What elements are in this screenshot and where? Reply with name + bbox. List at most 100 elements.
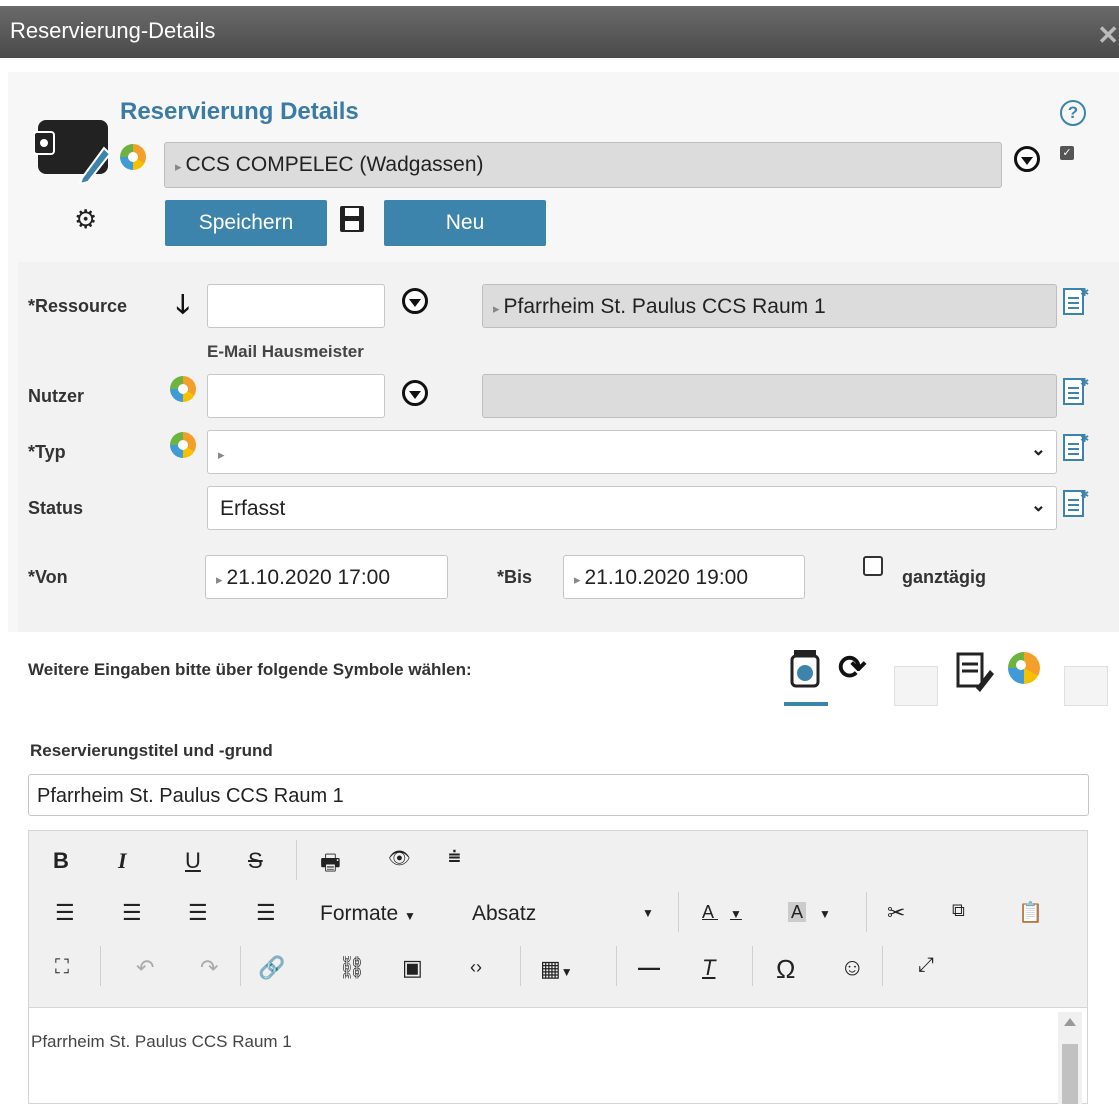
page-break-icon[interactable]: ⩧: [448, 844, 461, 870]
table-icon[interactable]: ▦▼: [540, 956, 573, 982]
print-icon[interactable]: 🖶: [320, 846, 341, 884]
ressource-input[interactable]: [207, 284, 385, 328]
preview-icon[interactable]: 👁: [388, 848, 411, 869]
organization-field[interactable]: ▸ CCS COMPELEC (Wadgassen): [164, 142, 1002, 188]
separator: [866, 892, 867, 932]
separator: [520, 946, 521, 986]
align-right-icon[interactable]: ☰: [188, 900, 208, 926]
window-titlebar: Reservierung-Details ✕: [0, 6, 1119, 58]
paragraph-dropdown[interactable]: Absatz ▼: [472, 902, 662, 926]
formats-dropdown[interactable]: Formate ▼: [320, 902, 416, 926]
code-icon[interactable]: ‹›: [470, 957, 482, 978]
download-circle-icon[interactable]: [402, 288, 428, 314]
ganztaegig-label: ganztägig: [902, 567, 986, 587]
editor-scrollbar[interactable]: [1058, 1012, 1082, 1104]
note-add-icon[interactable]: ✱: [1063, 376, 1089, 411]
fullscreen-icon[interactable]: ⤢: [918, 954, 934, 977]
von-input[interactable]: ▸ 21.10.2020 17:00: [205, 555, 448, 599]
reservation-device-icon: [33, 118, 112, 186]
note-add-icon[interactable]: ✱: [1063, 286, 1089, 321]
paste-icon[interactable]: 📋: [1018, 900, 1043, 925]
gear-icon[interactable]: ⚙: [74, 204, 97, 235]
ganztaegig-checkbox[interactable]: [863, 556, 883, 576]
separator: [678, 892, 679, 932]
download-circle-icon[interactable]: [1014, 146, 1040, 172]
emoticon-icon[interactable]: ☺: [840, 954, 865, 982]
align-left-icon[interactable]: ☰: [55, 900, 75, 926]
typ-select[interactable]: ▸ ⌄: [207, 430, 1057, 474]
align-center-icon[interactable]: ☰: [122, 900, 142, 926]
svg-text:✱: ✱: [1080, 286, 1089, 299]
reason-title-input[interactable]: Pfarrheim St. Paulus CCS Raum 1: [28, 774, 1089, 816]
separator: [882, 946, 883, 986]
ressource-label: *Ressource: [28, 296, 128, 316]
underline-icon[interactable]: U: [185, 848, 201, 874]
reason-label: Reservierungstitel und -grund: [30, 741, 273, 760]
empty-tab[interactable]: [1064, 666, 1108, 706]
caret-icon: ▸: [218, 447, 225, 462]
text-color-icon[interactable]: A ▼: [702, 902, 742, 923]
note-add-icon[interactable]: ✱: [1063, 432, 1089, 467]
jar-tab-icon[interactable]: [784, 646, 828, 706]
nutzer-label: Nutzer: [28, 386, 85, 406]
status-label: Status: [28, 498, 84, 518]
note-add-icon[interactable]: ✱: [1063, 488, 1089, 523]
scroll-up-icon[interactable]: [1064, 1018, 1076, 1026]
notepad-tab-icon[interactable]: [950, 648, 994, 703]
background-color-icon[interactable]: A ▼: [788, 902, 831, 923]
status-select[interactable]: Erfasst ⌄: [207, 486, 1057, 530]
new-button[interactable]: Neu: [384, 200, 546, 246]
editor-text: Pfarrheim St. Paulus CCS Raum 1: [31, 1032, 292, 1051]
scroll-thumb[interactable]: [1062, 1044, 1078, 1104]
typ-label: *Typ: [28, 442, 66, 462]
window-title: Reservierung-Details: [10, 18, 216, 43]
editor-content[interactable]: Pfarrheim St. Paulus CCS Raum 1: [28, 1008, 1088, 1104]
image-icon[interactable]: ▣: [402, 955, 423, 981]
org-pie-icon: [120, 144, 146, 170]
separator: [296, 840, 297, 880]
horizontal-line-icon[interactable]: —: [638, 955, 660, 981]
caret-down-icon: ▼: [642, 906, 654, 920]
sync-tab-icon[interactable]: ⟳: [838, 648, 882, 704]
organization-value: CCS COMPELEC (Wadgassen): [185, 153, 484, 176]
help-icon[interactable]: ?: [1060, 100, 1086, 126]
separator: [752, 946, 753, 986]
bis-value: 21.10.2020 19:00: [584, 566, 749, 589]
tab-icons: ⟳: [782, 644, 1112, 708]
pie-tab-icon[interactable]: [1008, 652, 1040, 684]
redo-icon[interactable]: ↷: [200, 955, 218, 981]
bold-icon[interactable]: B: [53, 848, 69, 874]
save-button[interactable]: Speichern: [165, 200, 327, 246]
strikethrough-icon[interactable]: S: [248, 848, 263, 874]
unlink-icon[interactable]: ⛓: [338, 955, 366, 981]
svg-text:✱: ✱: [1080, 376, 1089, 389]
cut-icon[interactable]: ✂: [887, 900, 905, 926]
empty-tab[interactable]: [894, 666, 938, 706]
floppy-save-icon[interactable]: [340, 206, 364, 237]
bis-label: *Bis: [497, 567, 533, 587]
pie-icon: [170, 376, 196, 402]
link-icon[interactable]: 🔗: [258, 955, 285, 981]
caret-icon: ▸: [493, 301, 500, 316]
undo-icon[interactable]: ↶: [136, 955, 154, 981]
find-icon[interactable]: ⛶: [55, 956, 69, 979]
separator: [100, 946, 101, 986]
email-hausmeister-label: E-Mail Hausmeister: [207, 342, 364, 361]
download-circle-icon[interactable]: [402, 380, 428, 406]
italic-icon[interactable]: I: [118, 848, 127, 874]
separator: [240, 946, 241, 986]
copy-icon[interactable]: ⧉: [952, 900, 965, 921]
chevron-down-icon: ⌄: [1030, 495, 1046, 515]
formats-label: Formate: [320, 902, 399, 925]
special-char-icon[interactable]: Ω: [776, 954, 795, 985]
page-title: Reservierung Details: [120, 98, 359, 125]
checkbox-checked-icon[interactable]: ✓: [1060, 146, 1074, 160]
clear-format-icon[interactable]: T: [702, 955, 715, 981]
nutzer-input[interactable]: [207, 374, 385, 418]
align-justify-icon[interactable]: ☰: [256, 900, 276, 926]
arrow-down-icon[interactable]: 🡓: [176, 286, 190, 330]
close-icon[interactable]: ✕: [1097, 20, 1119, 51]
bis-input[interactable]: ▸ 21.10.2020 19:00: [563, 555, 805, 599]
caret-down-icon: ▼: [404, 909, 416, 923]
von-value: 21.10.2020 17:00: [226, 566, 391, 589]
